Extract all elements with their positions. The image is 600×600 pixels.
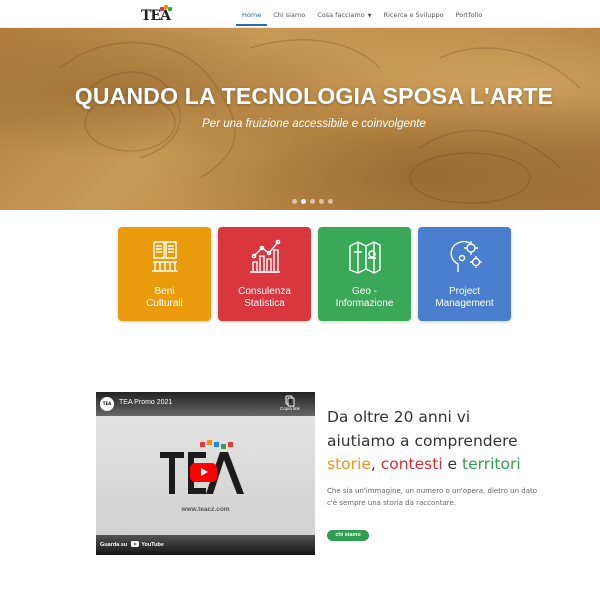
card-label-line: Beni: [154, 286, 175, 297]
keyword-storie: storie: [327, 455, 371, 473]
card-label-line: Culturali: [146, 298, 183, 309]
card-label: Beni Culturali: [118, 286, 211, 310]
chart-icon: [250, 239, 281, 273]
keyword-separator: e: [442, 455, 463, 473]
logo-color-marks: [160, 5, 172, 11]
youtube-play-button[interactable]: [190, 463, 217, 482]
nav-label: Home: [242, 11, 262, 19]
video-title-bar: TEA TEA Promo 2021 Copia link: [96, 392, 315, 416]
hero-slider: QUANDO LA TECNOLOGIA SPOSA L'ARTE Per un…: [0, 28, 600, 210]
keyword-territori: territori: [462, 455, 521, 473]
hero-subtitle: Per una fruizione accessibile e coinvolg…: [202, 118, 426, 130]
about-heading-line: aiutiamo a comprendere: [327, 432, 518, 450]
nav-label: Chi siamo: [273, 11, 306, 19]
service-card-project-management[interactable]: Project Management: [418, 227, 511, 321]
card-label-line: Geo -: [351, 286, 377, 297]
nav-item-portfolio[interactable]: Portfolio: [450, 0, 489, 28]
copy-link-label[interactable]: Copia link: [280, 406, 300, 411]
watch-on-youtube[interactable]: Guarda su YouTube: [100, 541, 164, 548]
nav-label: Ricerca e Sviluppo: [383, 11, 444, 19]
tea-logo[interactable]: TEA: [141, 5, 172, 25]
navbar: TEA Home Chi siamo Cosa facciamo ▼ Ricerc…: [0, 0, 600, 28]
card-label-line: Consulenza: [238, 286, 291, 297]
keyword-contesti: contesti: [380, 455, 443, 473]
service-card-geo-informazione[interactable]: Geo - Informazione: [318, 227, 411, 321]
nav-item-home[interactable]: Home: [236, 0, 268, 26]
nav-item-cosa-facciamo[interactable]: Cosa facciamo ▼: [311, 0, 377, 28]
card-label: Geo - Informazione: [318, 286, 411, 310]
hero-title: QUANDO LA TECNOLOGIA SPOSA L'ARTE: [74, 83, 554, 109]
slider-indicators: [292, 199, 333, 204]
card-label-line: Informazione: [335, 298, 394, 309]
about-heading-line: Da oltre 20 anni vi: [327, 408, 471, 426]
slide-dot[interactable]: [319, 199, 324, 204]
nav-label: Portfolio: [455, 11, 483, 19]
video-title[interactable]: TEA Promo 2021: [119, 399, 172, 406]
keyword-separator: ,: [370, 455, 381, 473]
head-gears-icon: [450, 240, 482, 272]
about-paragraph: Che sia un'immagine, un numero o un'oper…: [327, 487, 538, 507]
service-card-beni-culturali[interactable]: Beni Culturali: [118, 227, 211, 321]
youtube-label: YouTube: [141, 542, 164, 548]
slide-dot[interactable]: [328, 199, 333, 204]
nav-item-ricerca-sviluppo[interactable]: Ricerca e Sviluppo: [378, 0, 450, 28]
promo-video-embed[interactable]: TEA TEA Promo 2021 Copia link www.teacz.…: [96, 392, 315, 555]
temple-book-icon: [152, 241, 178, 272]
about-heading: Da oltre 20 anni vi aiutiamo a comprende…: [327, 405, 587, 453]
card-label: Project Management: [418, 286, 511, 310]
slide-dot-active[interactable]: [301, 199, 306, 204]
nav-label: Cosa facciamo: [317, 11, 365, 19]
slide-dot[interactable]: [292, 199, 297, 204]
video-bottom-bar: Guarda su YouTube: [96, 535, 315, 555]
chi-siamo-button[interactable]: chi siamo: [327, 530, 369, 541]
nav-item-chi-siamo[interactable]: Chi siamo: [267, 0, 311, 28]
youtube-icon: [131, 541, 140, 547]
main-nav: Home Chi siamo Cosa facciamo ▼ Ricerca e …: [236, 0, 488, 28]
about-keywords: storie, contesti e territori: [327, 455, 521, 473]
card-label-line: Statistica: [244, 298, 285, 309]
slide-dot[interactable]: [310, 199, 315, 204]
video-url-text: www.teacz.com: [181, 506, 230, 513]
service-card-consulenza-statistica[interactable]: Consulenza Statistica: [218, 227, 311, 321]
card-label-line: Management: [435, 298, 494, 309]
watch-label: Guarda su: [100, 542, 128, 548]
chevron-down-icon: ▼: [367, 13, 372, 19]
card-label: Consulenza Statistica: [218, 286, 311, 310]
map-icon: [349, 241, 381, 274]
card-label-line: Project: [448, 286, 481, 297]
channel-avatar[interactable]: TEA: [100, 397, 114, 411]
